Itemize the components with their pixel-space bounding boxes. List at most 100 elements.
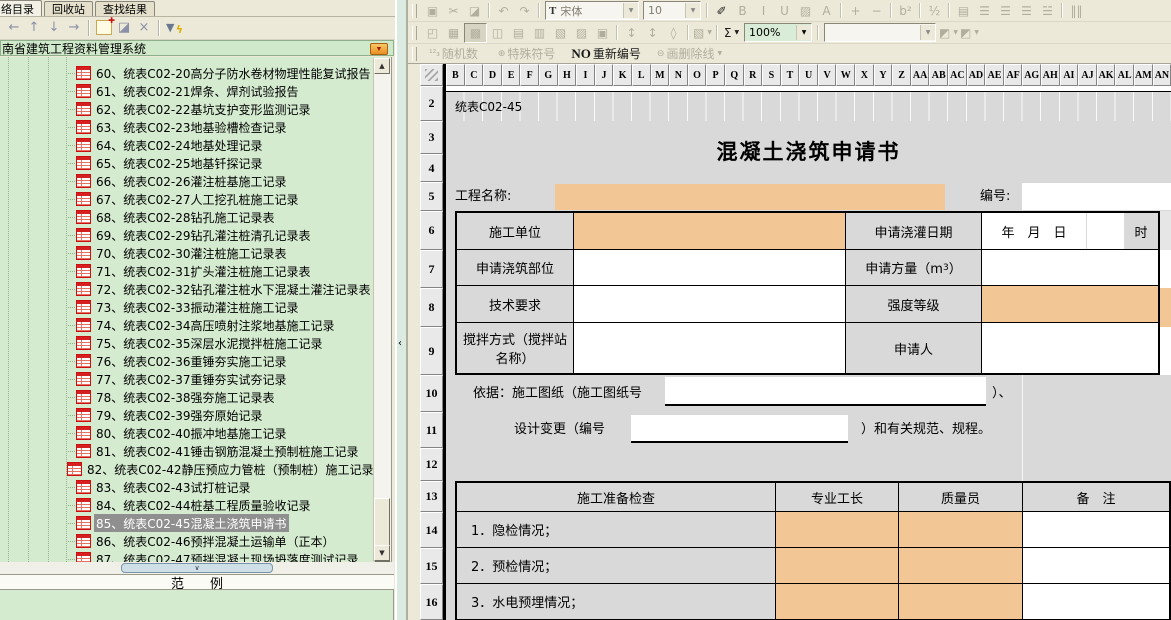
tree-item[interactable]: 64、统表C02-24地基处理记录 — [0, 136, 374, 154]
column-header[interactable]: T — [781, 64, 800, 86]
column-header[interactable]: Q — [725, 64, 744, 86]
italic-button[interactable]: I — [753, 2, 774, 20]
back-button[interactable]: ← — [4, 19, 24, 37]
font-increase-button[interactable]: + — [845, 2, 866, 20]
column-header[interactable]: V — [818, 64, 837, 86]
column-header[interactable]: J — [595, 64, 614, 86]
column-header[interactable]: W — [836, 64, 855, 86]
column-header[interactable]: I — [576, 64, 595, 86]
row-header[interactable]: 11 — [420, 412, 443, 448]
column-header[interactable]: O — [688, 64, 707, 86]
tech-requirements-input[interactable] — [574, 286, 846, 323]
tree-item[interactable]: 84、统表C02-44桩基工程质量验收记录 — [0, 496, 374, 514]
tree-item[interactable]: 66、统表C02-26灌注桩基施工记录 — [0, 172, 374, 190]
row-header[interactable]: 14 — [420, 512, 443, 548]
system-dropdown-button[interactable]: ▼ — [370, 43, 388, 55]
project-name-input[interactable] — [555, 184, 945, 210]
number-input[interactable] — [1022, 183, 1171, 210]
row-header[interactable]: 2 — [420, 86, 443, 121]
border-color-button[interactable]: ◩▼ — [938, 24, 959, 42]
cut-button[interactable]: ✂ — [443, 2, 464, 20]
toolbar-grip[interactable] — [412, 4, 417, 18]
tree-item[interactable]: 61、统表C02-21焊条、焊剂试验报告 — [0, 82, 374, 100]
copy-button[interactable]: ▣ — [422, 2, 443, 20]
dropdown-arrow-icon[interactable]: ▼ — [974, 29, 979, 36]
dropdown-arrow-icon[interactable]: ▼ — [734, 29, 739, 36]
column-header[interactable]: X — [855, 64, 874, 86]
align-justify-button[interactable]: ▤ — [953, 2, 974, 20]
column-header[interactable]: AH — [1041, 64, 1060, 86]
remark-input[interactable] — [1023, 512, 1169, 548]
down-button[interactable]: ↓ — [44, 19, 64, 37]
column-header[interactable]: N — [669, 64, 688, 86]
align-distribute-button[interactable]: ☱ — [1037, 2, 1058, 20]
zoom-combo[interactable]: 100%▼ — [744, 23, 812, 42]
vertical-text-button[interactable]: ‖‖ — [1066, 2, 1087, 20]
dropdown-arrow-icon[interactable]: ▼ — [920, 25, 935, 40]
font-color-button[interactable]: A — [816, 2, 837, 20]
row-header[interactable]: 9 — [420, 327, 443, 375]
column-header[interactable]: AJ — [1078, 64, 1097, 86]
column-header[interactable]: P — [706, 64, 725, 86]
date-blank-input[interactable] — [1086, 213, 1124, 249]
cell-shading-button[interactable]: ▨ — [571, 24, 592, 42]
row-header[interactable]: 15 — [420, 548, 443, 584]
design-change-input[interactable] — [631, 415, 848, 443]
tree-item[interactable]: 80、统表C02-40振冲地基施工记录 — [0, 424, 374, 442]
row-header[interactable]: 12 — [420, 448, 443, 481]
column-header[interactable]: AL — [1115, 64, 1134, 86]
column-header[interactable]: H — [558, 64, 577, 86]
renumber-button[interactable]: NO 重新编号 — [570, 45, 642, 63]
column-header[interactable]: U — [799, 64, 818, 86]
tree-item[interactable]: 82、统表C02-42静压预应力管桩（预制桩）施工记录 — [0, 460, 374, 478]
dropdown-arrow-icon[interactable]: ▼ — [953, 29, 958, 36]
tree-item[interactable]: 83、统表C02-43试打桩记录 — [0, 478, 374, 496]
new-item-button[interactable] — [94, 19, 114, 37]
mixing-method-input[interactable] — [574, 323, 846, 373]
scroll-down-button[interactable]: ▼ — [374, 545, 390, 561]
quality-inspector-input[interactable] — [899, 512, 1023, 548]
builder-input[interactable] — [574, 213, 846, 250]
filter-button[interactable]: ▼ϟ — [164, 19, 184, 37]
tab-recycle[interactable]: 回收站 — [44, 1, 93, 16]
tree-item[interactable]: 85、统表C02-45混凝土浇筑申请书 — [0, 514, 374, 532]
example-panel-header[interactable]: 范 例 — [0, 574, 394, 590]
column-header[interactable]: AC — [948, 64, 967, 86]
bold-button[interactable]: B — [732, 2, 753, 20]
insert-picture-button[interactable]: ▧▼ — [692, 24, 713, 42]
column-header[interactable]: D — [483, 64, 502, 86]
align-center-button[interactable]: ☰ — [995, 2, 1016, 20]
column-header[interactable]: AD — [967, 64, 986, 86]
tree-item[interactable]: 81、统表C02-41锤击钢筋混凝土预制桩施工记录 — [0, 442, 374, 460]
format-painter-button[interactable]: ✐ — [711, 2, 732, 20]
tree-item[interactable]: 77、统表C02-37重锤夯实试夯记录 — [0, 370, 374, 388]
column-header[interactable]: AG — [1022, 64, 1041, 86]
row-spacing-decrease-button[interactable]: ↕ — [642, 24, 663, 42]
tab-catalog[interactable]: 络目录 — [0, 0, 42, 16]
shade-color-button[interactable]: ◩▼ — [959, 24, 980, 42]
tree-item[interactable]: 75、统表C02-35深层水泥搅拌桩施工记录 — [0, 334, 374, 352]
unmerge-cells-button[interactable]: ◫ — [487, 24, 508, 42]
tree-item[interactable]: 60、统表C02-20高分子防水卷材物理性能复试报告 — [0, 64, 374, 82]
tree-item[interactable]: 71、统表C02-31扩头灌注桩施工记录表 — [0, 262, 374, 280]
foreman-input[interactable] — [776, 512, 899, 548]
dropdown-arrow-icon[interactable]: ▼ — [685, 3, 700, 18]
tree-item[interactable]: 79、统表C02-39强夯原始记录 — [0, 406, 374, 424]
dropdown-arrow-icon[interactable]: ▼ — [796, 25, 811, 40]
tree-item[interactable]: 76、统表C02-36重锤夯实施工记录 — [0, 352, 374, 370]
drawing-number-input[interactable] — [665, 377, 986, 406]
forward-button[interactable]: → — [64, 19, 84, 37]
split-cells-button[interactable]: ▩ — [464, 23, 487, 43]
paste-button[interactable]: ◪ — [464, 2, 485, 20]
strikethrough-button[interactable]: ⊖ 画删除线 ▼ — [656, 45, 723, 63]
random-number-button[interactable]: ¹²₃ 随机数 — [428, 45, 479, 63]
tree-item[interactable]: 73、统表C02-33振动灌注桩施工记录 — [0, 298, 374, 316]
quality-inspector-input[interactable] — [899, 548, 1023, 584]
fill-color-button[interactable]: ▨ — [795, 2, 816, 20]
column-header[interactable]: AE — [985, 64, 1004, 86]
column-header[interactable]: AK — [1097, 64, 1116, 86]
column-header[interactable]: S — [762, 64, 781, 86]
superscript-button[interactable]: b² — [895, 2, 916, 20]
collapse-arrow-icon[interactable]: ‹ — [398, 338, 402, 349]
date-ymd-input[interactable]: 年 月 日 — [982, 213, 1086, 249]
